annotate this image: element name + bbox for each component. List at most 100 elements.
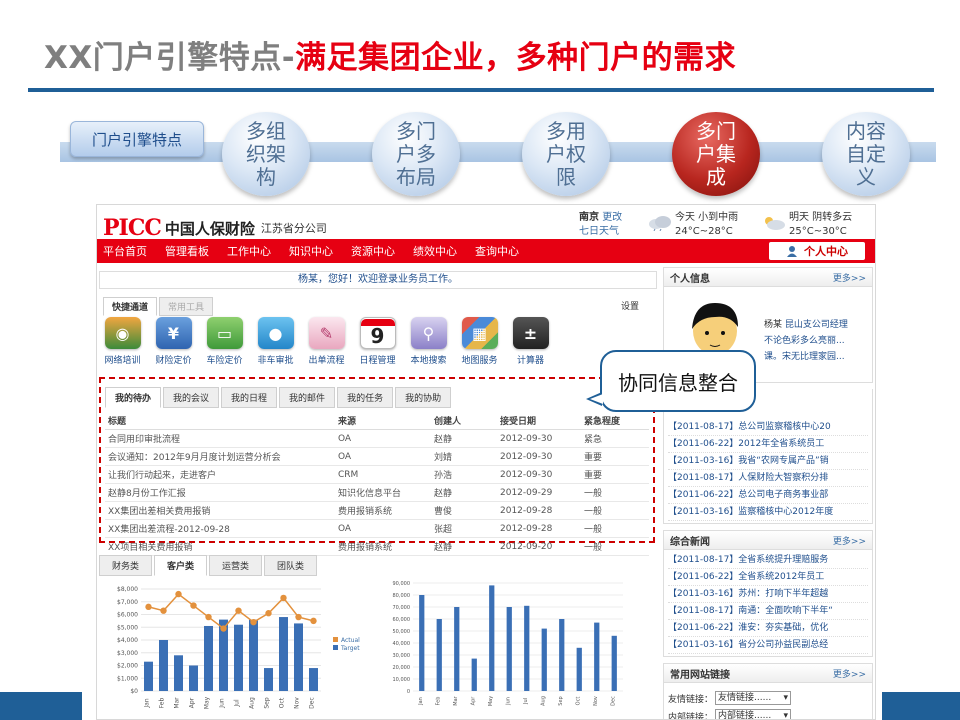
point-actual	[160, 607, 167, 614]
app-issue-process[interactable]: ✎ 出单流程	[301, 317, 352, 366]
tab-my-tasks[interactable]: 我的任务	[337, 387, 394, 408]
pen-icon: ✎	[308, 317, 345, 349]
list-item[interactable]: 【2011-03-16】监察稽核中心2012年度	[668, 504, 868, 521]
main-nav: 平台首页 管理看板 工作中心 知识中心 资源中心 绩效中心 查询中心	[97, 239, 875, 263]
more-link[interactable]: 更多>>	[833, 271, 866, 284]
nav-resource-center[interactable]: 资源中心	[351, 243, 395, 259]
nav-knowledge-center[interactable]: 知识中心	[289, 243, 333, 259]
tab-my-meetings[interactable]: 我的会议	[163, 387, 220, 408]
app-property-pricing[interactable]: ¥ 财险定价	[148, 317, 199, 366]
tab-my-todo[interactable]: 我的待办	[105, 387, 162, 408]
point-actual	[205, 613, 212, 621]
app-local-search[interactable]: ⚲ 本地搜索	[403, 317, 454, 366]
nav-performance-center[interactable]: 绩效中心	[413, 243, 457, 259]
table-row[interactable]: XX集团出差流程-2012-09-28 OA 张超 2012-09-28 一般	[105, 519, 649, 538]
weather-week-link[interactable]: 七日天气	[579, 225, 622, 239]
car-icon: ▭	[206, 317, 243, 349]
friend-links-select[interactable]: 友情链接......	[715, 691, 792, 705]
list-item[interactable]: 【2011-06-22】全省系统2012年员工	[668, 569, 868, 586]
list-item[interactable]: 【2011-06-22】总公司电子商务事业部	[668, 487, 868, 504]
x-tick-label: Nov	[294, 697, 301, 709]
bar	[611, 635, 617, 691]
bar	[454, 607, 460, 691]
tab-customer[interactable]: 客户类	[154, 555, 208, 576]
weather-city: 南京 更改 七日天气	[579, 212, 623, 239]
list-item[interactable]: 【2011-06-22】淮安：夯实基础，优化	[668, 620, 868, 637]
app-auto-pricing[interactable]: ▭ 车险定价	[199, 317, 250, 366]
col-date: 接受日期	[497, 412, 581, 430]
more-link[interactable]: 更多>>	[833, 667, 866, 680]
table-row[interactable]: 合同用印审批流程 OA 赵静 2012-09-30 紧急	[105, 429, 649, 448]
tab-common-tools[interactable]: 常用工具	[159, 297, 214, 316]
x-tick-label: Sep	[558, 696, 564, 705]
x-tick-label: Aug	[540, 696, 546, 706]
weather-change-link[interactable]: 更改	[602, 212, 622, 223]
table-row[interactable]: XX集团出差相关费用报销 费用报销系统 曹俊 2012-09-28 一般	[105, 501, 649, 520]
bar	[506, 607, 512, 691]
point-actual	[190, 602, 197, 609]
news-list-2: 【2011-08-17】全省系统提升理赔服务 【2011-06-22】全省系统2…	[663, 550, 873, 657]
chat-icon: ●	[257, 317, 294, 349]
x-tick-label: Apr	[189, 697, 196, 708]
title-divider	[28, 88, 934, 92]
nav-query-center[interactable]: 查询中心	[475, 243, 519, 259]
tab-my-assist[interactable]: 我的协助	[395, 387, 452, 408]
y-tick-label: $7,000	[117, 599, 138, 606]
tab-my-mail[interactable]: 我的邮件	[279, 387, 336, 408]
col-title: 标题	[105, 412, 335, 430]
x-tick-label: Jan	[418, 697, 424, 706]
list-item[interactable]: 【2011-08-17】南通：全面吹响下半年“	[668, 603, 868, 620]
personal-center-button[interactable]: 个人中心	[769, 242, 865, 260]
yen-icon: ¥	[155, 317, 192, 349]
list-item[interactable]: 【2011-08-17】总公司监察稽核中心20	[668, 419, 868, 436]
nav-work-center[interactable]: 工作中心	[227, 243, 271, 259]
list-item[interactable]: 【2011-03-16】省分公司孙益民副总经	[668, 637, 868, 654]
list-item[interactable]: 【2011-03-16】苏州：打响下半年超越	[668, 586, 868, 603]
table-row[interactable]: 让我们行动起来，走进客户 CRM 孙浩 2012-09-30 重要	[105, 465, 649, 484]
x-tick-label: Jun	[219, 698, 226, 709]
logo-branch: 江苏省分公司	[260, 222, 327, 235]
bar	[419, 595, 425, 691]
tab-my-schedule[interactable]: 我的日程	[221, 387, 278, 408]
y-tick-label: 70,000	[393, 605, 411, 611]
list-item[interactable]: 【2011-08-17】全省系统提升理赔服务	[668, 552, 868, 569]
list-item[interactable]: 【2011-03-16】我省“农网专属产品”销	[668, 453, 868, 470]
app-online-training[interactable]: ◉ 网络培训	[97, 317, 148, 366]
table-row[interactable]: 会议通知：2012年9月月度计划运营分析会 OA 刘婧 2012-09-30 重要	[105, 447, 649, 466]
table-row[interactable]: 赵静8月份工作汇报 知识化信息平台 赵静 2012-09-29 一般	[105, 483, 649, 502]
nav-home[interactable]: 平台首页	[103, 243, 147, 259]
app-map-service[interactable]: ▦ 地图服务	[454, 317, 505, 366]
x-tick-label: Sep	[264, 697, 271, 709]
list-item[interactable]: 【2011-06-22】2012年全省系统员工	[668, 436, 868, 453]
x-tick-label: May	[488, 696, 494, 706]
bar-target	[174, 655, 183, 691]
tab-quick-access[interactable]: 快捷通道	[103, 297, 158, 316]
y-tick-label: $3,000	[117, 650, 138, 657]
series-line-actual	[148, 593, 314, 630]
more-link[interactable]: 更多>>	[833, 534, 866, 547]
list-item[interactable]: 【2011-08-17】人保财险大智察积分排	[668, 470, 868, 487]
tab-team[interactable]: 团队类	[264, 555, 318, 576]
tab-finance[interactable]: 财务类	[99, 555, 153, 576]
magnifier-icon: ⚲	[410, 317, 447, 349]
title-gray-part: XX门户引擎特点-	[44, 40, 296, 76]
app-non-auto-approval[interactable]: ● 非车审批	[250, 317, 301, 366]
legend-label-actual: Actual	[341, 637, 360, 644]
y-tick-label: $4,000	[117, 637, 138, 644]
internal-links-select[interactable]: 内部链接......	[715, 709, 792, 719]
charts-panel: 财务类 客户类 运营类 团队类 $0 $1,000 $2,000 $3,000 $4,0…	[97, 553, 659, 719]
app-schedule[interactable]: 9 日程管理	[352, 317, 403, 366]
friend-links-label: 友情链接：	[668, 694, 714, 705]
bar-target	[234, 624, 243, 691]
nav-dashboard[interactable]: 管理看板	[165, 243, 209, 259]
col-creator: 创建人	[431, 412, 497, 430]
bar-target	[189, 665, 198, 691]
tab-operations[interactable]: 运营类	[209, 555, 263, 576]
feature-circle-2: 多门户多布局	[372, 112, 460, 196]
col-urgency: 紧急程度	[581, 412, 649, 430]
legend-swatch-actual	[333, 637, 338, 642]
calculator-icon: ±	[512, 317, 549, 349]
app-calculator[interactable]: ± 计算器	[505, 317, 556, 366]
settings-link[interactable]: 设置	[621, 299, 639, 312]
person-details: 杨某 昆山支公司经理 不论色彩多么亮丽... 课。宋无比理家园...	[764, 320, 848, 362]
